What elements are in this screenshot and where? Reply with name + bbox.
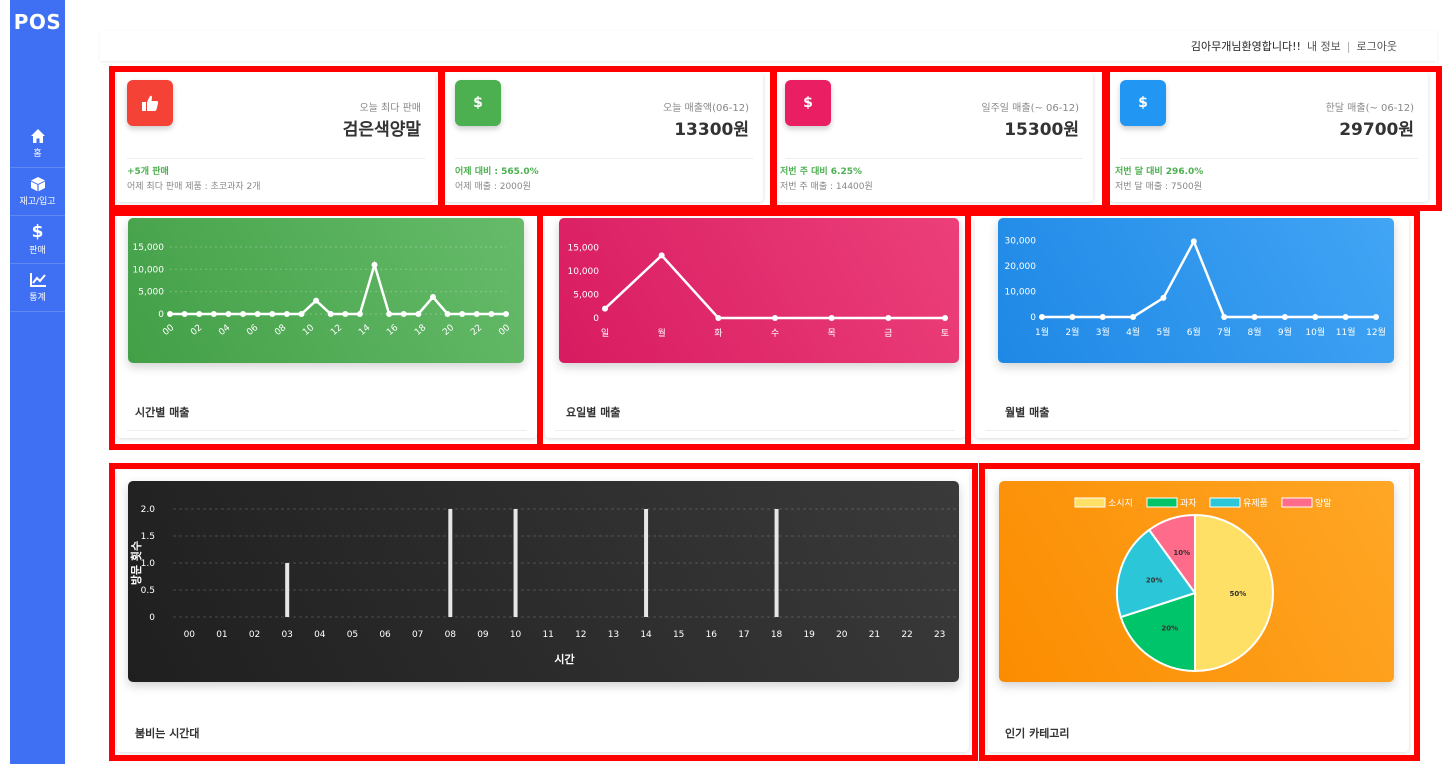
highlight-box bbox=[109, 210, 543, 450]
my-info-link[interactable]: 내 정보 bbox=[1307, 38, 1341, 54]
sidebar-item-label: 판매 bbox=[29, 245, 46, 256]
sidebar-item-statistics[interactable]: 통계 bbox=[10, 264, 65, 312]
sidebar-item-label: 재고/입고 bbox=[19, 197, 56, 207]
box-icon bbox=[30, 177, 45, 192]
highlight-box bbox=[965, 210, 1420, 450]
sidebar-item-home[interactable]: 홈 bbox=[10, 120, 65, 168]
sidebar: POS 홈 재고/입고 $ 판매 통계 bbox=[10, 0, 65, 764]
sidebar-item-sales[interactable]: $ 판매 bbox=[10, 216, 65, 264]
home-icon bbox=[30, 129, 45, 143]
logout-link[interactable]: 로그아웃 bbox=[1357, 38, 1397, 54]
highlight-box bbox=[109, 463, 978, 761]
sidebar-item-label: 통계 bbox=[29, 293, 46, 303]
highlight-box bbox=[979, 463, 1420, 761]
highlight-box bbox=[1104, 66, 1442, 211]
sidebar-nav: 홈 재고/입고 $ 판매 통계 bbox=[10, 120, 65, 312]
app-logo[interactable]: POS bbox=[10, 0, 65, 34]
highlight-box bbox=[771, 66, 1108, 211]
chart-line-icon bbox=[29, 273, 46, 287]
header-separator: | bbox=[1346, 39, 1351, 53]
top-bar: 김아무개님환영합니다!! 내 정보 | 로그아웃 bbox=[100, 31, 1437, 61]
dollar-icon: $ bbox=[31, 221, 44, 242]
highlight-box bbox=[537, 210, 971, 450]
highlight-box bbox=[439, 66, 776, 211]
sidebar-item-inventory[interactable]: 재고/입고 bbox=[10, 168, 65, 216]
welcome-text: 김아무개님환영합니다!! bbox=[1190, 40, 1301, 53]
sidebar-item-label: 홈 bbox=[33, 149, 42, 159]
highlight-box bbox=[109, 66, 444, 211]
